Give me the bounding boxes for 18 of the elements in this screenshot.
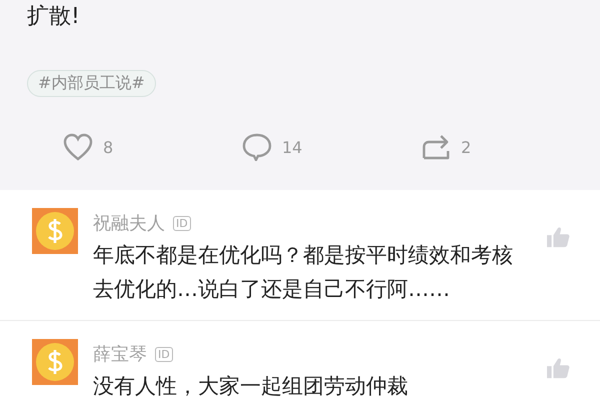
coin-avatar-icon <box>32 208 78 254</box>
comment-icon[interactable] <box>242 133 272 161</box>
comment-text: 年底不都是在优化吗？都是按平时绩效和考核去优化的…说白了还是自己不行阿…… <box>93 242 514 303</box>
thumbs-up-icon[interactable] <box>546 226 570 248</box>
commenter-name[interactable]: 祝融夫人 <box>93 211 165 235</box>
topic-tag[interactable]: #内部员工说# <box>27 70 156 97</box>
commenter-name[interactable]: 薛宝琴 <box>93 342 147 366</box>
action-count: 2 <box>461 138 472 156</box>
id-badge: ID <box>173 216 191 230</box>
action-count: 14 <box>282 138 302 156</box>
comment-text: 没有人性，大家一起组团劳动仲裁 <box>93 373 409 400</box>
id-badge: ID <box>155 346 173 362</box>
post-text: 扩散! <box>27 3 81 31</box>
heart-icon[interactable] <box>63 133 93 161</box>
coin-avatar-icon <box>32 339 78 385</box>
action-count: 8 <box>103 138 114 156</box>
share-icon[interactable] <box>421 133 451 161</box>
thumbs-up-icon[interactable] <box>546 357 570 379</box>
